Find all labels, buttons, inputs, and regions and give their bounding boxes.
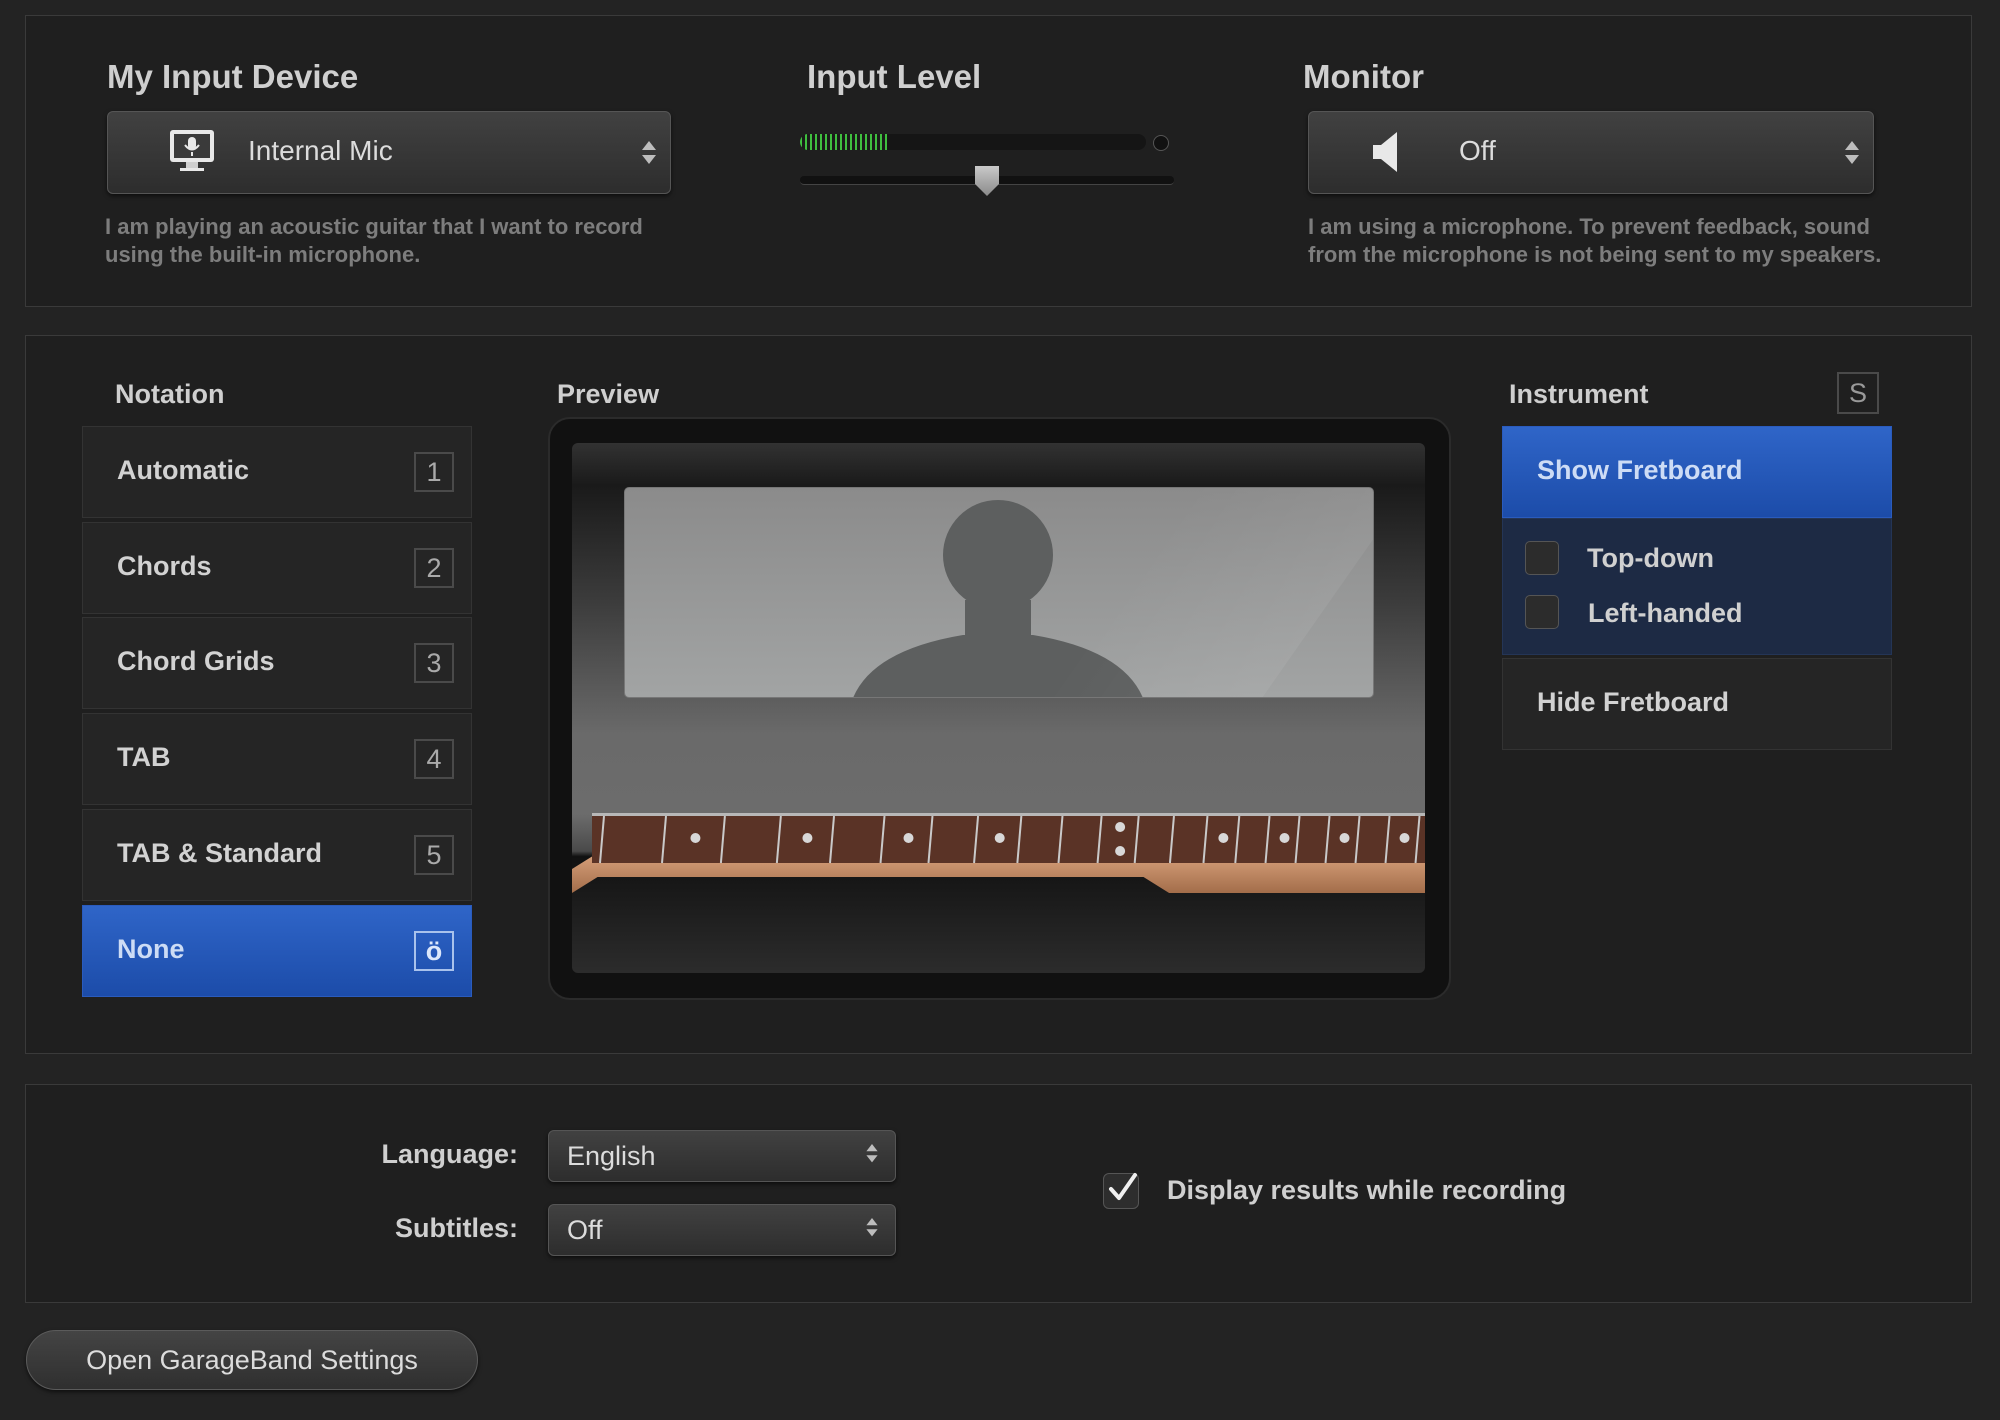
- hide-fretboard-button[interactable]: Hide Fretboard: [1502, 658, 1892, 750]
- notation-item-automatic[interactable]: Automatic 1: [82, 426, 472, 518]
- shortcut-key: 3: [414, 643, 454, 683]
- monitor-popup[interactable]: Off: [1308, 111, 1874, 194]
- fret-marker: [1339, 833, 1350, 843]
- open-garageband-settings-button[interactable]: Open GarageBand Settings: [26, 1330, 478, 1390]
- notation-item-tab[interactable]: TAB 4: [82, 713, 472, 805]
- notation-item-label: Chord Grids: [117, 646, 275, 676]
- shortcut-key: 5: [414, 835, 454, 875]
- display-results-checkbox[interactable]: [1103, 1173, 1139, 1209]
- shortcut-key: 2: [414, 548, 454, 588]
- preview-screen: [572, 443, 1425, 973]
- fret-marker: [1115, 822, 1126, 832]
- monitor-value: Off: [1459, 135, 1496, 166]
- input-device-description: I am playing an acoustic guitar that I w…: [105, 214, 643, 267]
- display-results-label: Display results while recording: [1167, 1175, 1567, 1205]
- fret-marker: [1115, 846, 1126, 856]
- subtitles-value: Off: [567, 1215, 603, 1245]
- instrument-shortcut-key: S: [1837, 372, 1879, 414]
- language-popup[interactable]: English: [548, 1130, 896, 1182]
- notation-item-label: TAB & Standard: [117, 838, 323, 868]
- notation-item-chords[interactable]: Chords 2: [82, 522, 472, 614]
- fret-marker: [802, 833, 813, 843]
- left-handed-checkbox[interactable]: [1525, 595, 1559, 629]
- subtitles-label: Subtitles:: [394, 1213, 518, 1243]
- video-placeholder: [624, 487, 1374, 698]
- shortcut-key: ö: [414, 931, 454, 971]
- top-down-checkbox[interactable]: [1525, 541, 1559, 575]
- input-level-slider[interactable]: [800, 166, 1174, 196]
- language-value: English: [567, 1141, 656, 1171]
- input-level-heading: Input Level: [807, 58, 982, 95]
- notation-item-label: Chords: [117, 551, 212, 581]
- input-device-heading: My Input Device: [107, 58, 359, 95]
- notation-item-label: None: [117, 934, 185, 964]
- speaker-icon: [1373, 132, 1397, 172]
- peak-indicator: [1153, 135, 1169, 151]
- notation-item-label: Automatic: [117, 455, 250, 485]
- language-label: Language:: [381, 1139, 518, 1169]
- input-device-popup[interactable]: Internal Mic: [107, 111, 671, 194]
- top-down-label: Top-down: [1587, 543, 1714, 573]
- subtitles-popup[interactable]: Off: [548, 1204, 896, 1256]
- fretboard-options: Top-down Left-handed: [1502, 518, 1892, 655]
- fret-marker: [1279, 833, 1290, 843]
- fret-marker: [903, 833, 914, 843]
- notation-item-tab-standard[interactable]: TAB & Standard 5: [82, 809, 472, 901]
- left-handed-label: Left-handed: [1588, 598, 1743, 628]
- notation-item-chord-grids[interactable]: Chord Grids 3: [82, 617, 472, 709]
- computer-mic-icon: [170, 130, 214, 171]
- instrument-heading: Instrument: [1509, 379, 1649, 409]
- notation-heading: Notation: [115, 379, 225, 409]
- meter-ticks: [800, 134, 1146, 150]
- show-fretboard-label: Show Fretboard: [1537, 455, 1743, 485]
- monitor-heading: Monitor: [1303, 58, 1424, 95]
- fret-marker: [690, 833, 701, 843]
- notation-item-none[interactable]: None ö: [82, 905, 472, 997]
- fret-marker: [1399, 833, 1410, 843]
- fretboard-image: [592, 813, 1425, 864]
- shortcut-key: 1: [414, 452, 454, 492]
- monitor-description: I am using a microphone. To prevent feed…: [1308, 214, 1882, 267]
- settings-panel: [25, 1084, 1972, 1303]
- checkmark-icon: [1109, 1173, 1137, 1200]
- fret-marker: [994, 833, 1005, 843]
- input-device-value: Internal Mic: [248, 135, 393, 166]
- preview-heading: Preview: [557, 379, 660, 409]
- notation-item-label: TAB: [117, 742, 171, 772]
- fret-marker: [1218, 833, 1229, 843]
- hide-fretboard-label: Hide Fretboard: [1537, 687, 1730, 717]
- shortcut-key: 4: [414, 739, 454, 779]
- show-fretboard-button[interactable]: Show Fretboard: [1502, 426, 1892, 518]
- input-level-meter: [800, 134, 1146, 150]
- preview-frame: [548, 417, 1451, 1000]
